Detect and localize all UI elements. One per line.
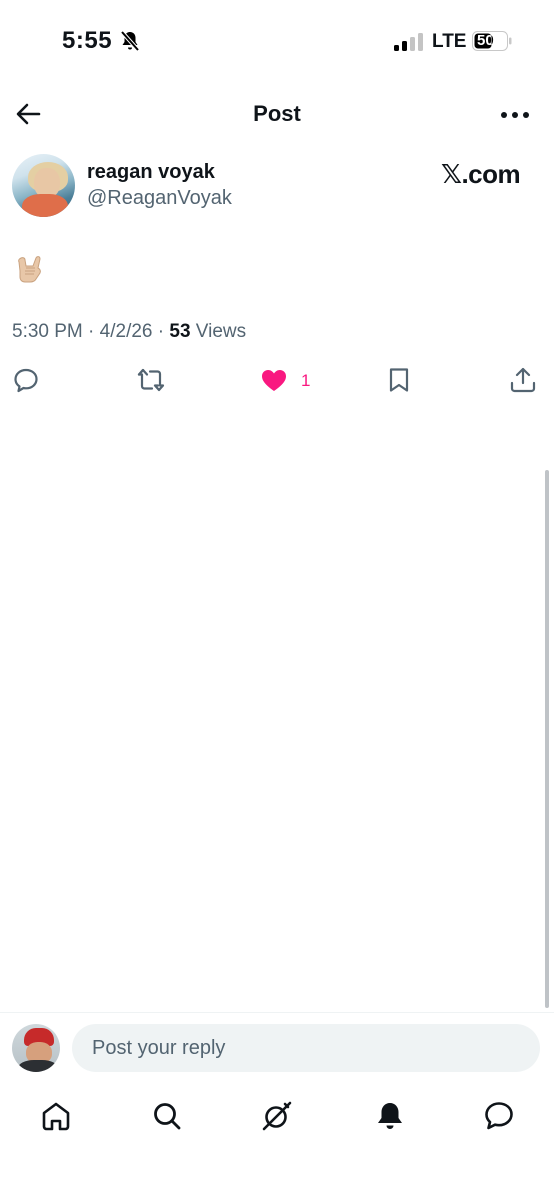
grok-icon[interactable] [261, 1100, 293, 1132]
page-title: Post [253, 101, 301, 126]
bookmark-icon[interactable] [385, 366, 413, 394]
post-meta: 5:30 PM · 4/2/26 · 53 Views [12, 321, 247, 342]
current-user-avatar[interactable] [12, 1024, 60, 1072]
reply-icon[interactable] [12, 366, 40, 394]
battery-icon: 50 [472, 31, 512, 51]
reply-box[interactable] [72, 1024, 540, 1072]
heart-filled-icon[interactable] [260, 366, 288, 394]
reply-divider [0, 1012, 554, 1013]
scrollbar[interactable] [545, 470, 549, 1008]
search-icon[interactable] [151, 1100, 183, 1132]
xcom-logo: 𝕏.com [441, 159, 521, 189]
author-handle[interactable]: @ReaganVoyak [87, 187, 232, 210]
author-name[interactable]: reagan voyak [87, 161, 215, 184]
more-options-icon[interactable] [500, 110, 530, 120]
post-date: 4/2/26 [99, 321, 153, 342]
home-icon[interactable] [40, 1100, 72, 1132]
messages-icon[interactable] [483, 1100, 515, 1132]
like-count: 1 [301, 371, 311, 390]
repost-icon[interactable] [137, 366, 165, 394]
battery-level: 50 [477, 32, 494, 49]
share-icon[interactable] [509, 366, 537, 394]
call-me-hand-emoji: 🤙🏼 [12, 250, 46, 284]
views-count: 53 [169, 321, 191, 342]
post-time: 5:30 PM [12, 321, 83, 342]
signal-icon [394, 33, 423, 51]
network-type: LTE [432, 31, 467, 52]
status-time: 5:55 [62, 27, 113, 54]
views-label[interactable]: Views [196, 321, 246, 342]
author-avatar[interactable] [12, 154, 75, 217]
bell-muted-icon [120, 30, 140, 52]
reply-input[interactable] [90, 1035, 522, 1061]
notifications-icon[interactable] [374, 1100, 406, 1132]
